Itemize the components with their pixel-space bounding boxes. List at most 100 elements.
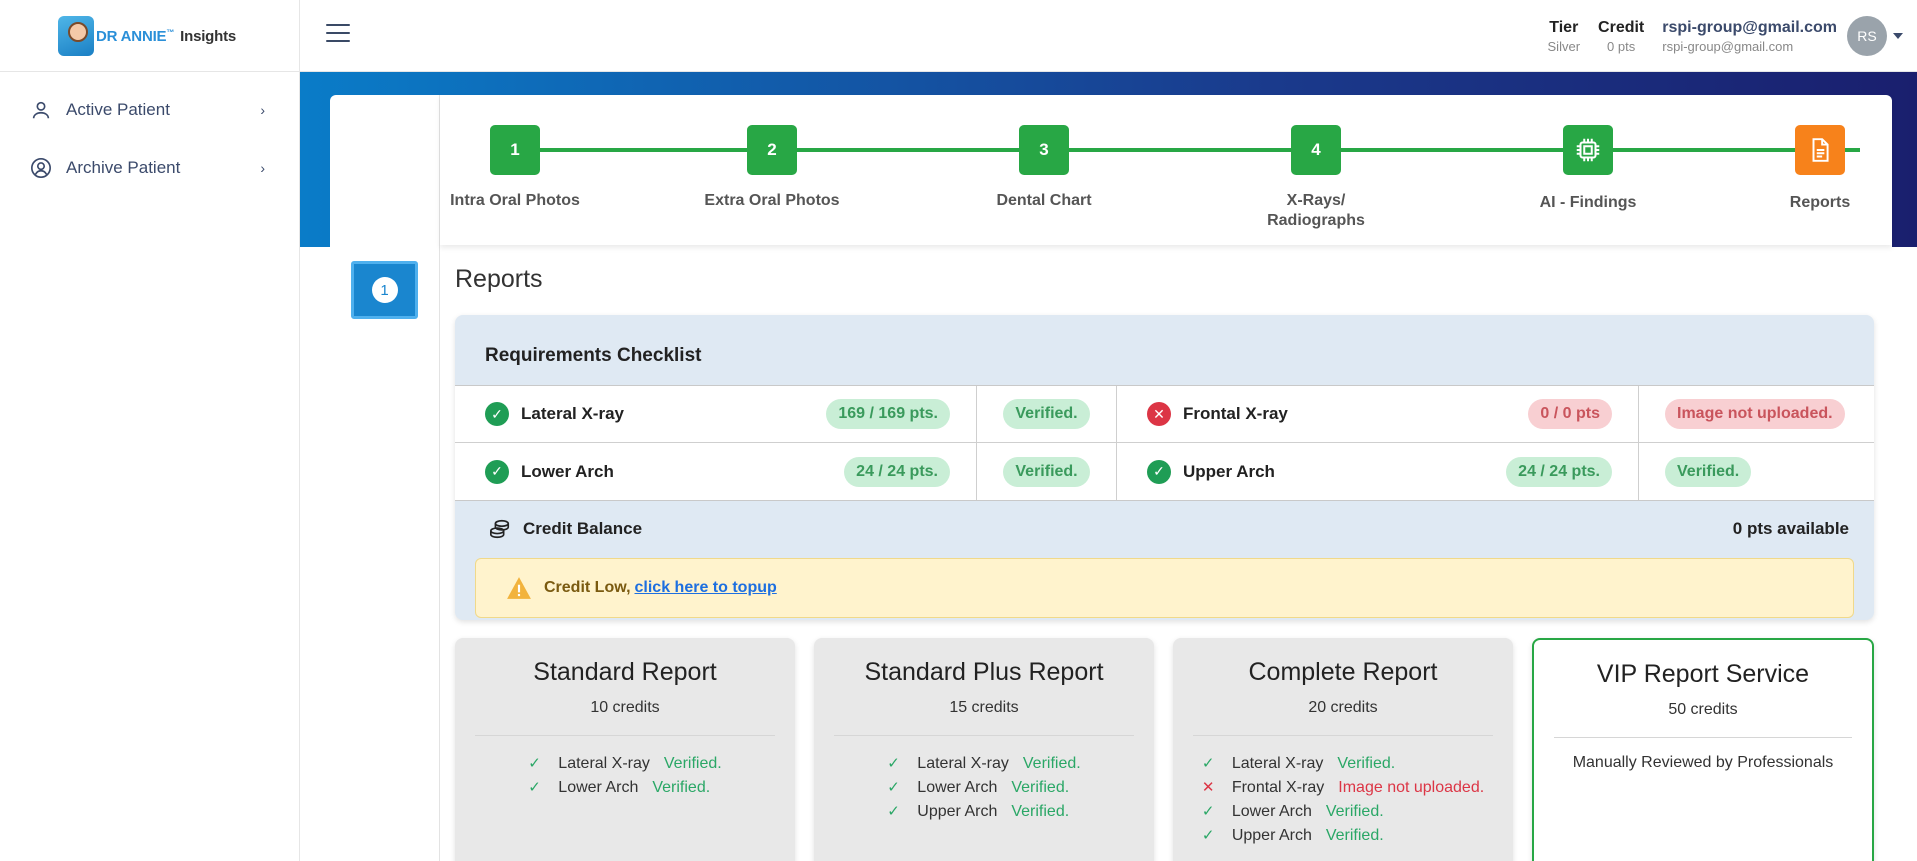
alert-text: Credit Low, [544, 579, 631, 596]
table-row: ✓ Lateral X-ray 169 / 169 pts. Verified.… [455, 386, 1874, 443]
check-icon: ✓ [887, 803, 900, 820]
list-item: ✓ Upper Arch Verified. [1202, 824, 1484, 848]
step-intra-oral[interactable]: 1 Intra Oral Photos [435, 125, 595, 211]
report-card-standard-plus[interactable]: Standard Plus Report 15 credits ✓ Lateral… [814, 638, 1154, 861]
side-step-button[interactable]: 1 [351, 261, 418, 319]
checklist-title: Requirements Checklist [485, 345, 702, 366]
check-icon: ✓ [1201, 827, 1215, 844]
item-name: Upper Arch [917, 803, 998, 820]
user-icon [32, 101, 50, 119]
hamburger-menu-icon[interactable] [326, 24, 350, 44]
requirement-name: Lower Arch [521, 461, 614, 481]
checklist-table: ✓ Lateral X-ray 169 / 169 pts. Verified.… [455, 385, 1874, 501]
requirement-name: Upper Arch [1183, 461, 1275, 481]
report-card-vip[interactable]: VIP Report Service 50 credits Manually R… [1532, 638, 1874, 861]
user-email: rspi-group@gmail.com [1662, 38, 1794, 54]
item-name: Lateral X-ray [1231, 755, 1324, 772]
list-item: ✓ Lateral X-ray Verified. [887, 752, 1080, 776]
step-label: Reports [1789, 194, 1851, 211]
x-circle-icon: ✕ [1147, 402, 1171, 426]
sidebar-item-label: Archive Patient [66, 158, 181, 177]
credit-balance-label: Credit Balance [523, 519, 643, 538]
step-label: Dental Chart [996, 192, 1092, 209]
side-step-number: 1 [371, 277, 398, 303]
item-name: Lower Arch [1231, 803, 1312, 820]
chevron-right-icon: › [260, 102, 265, 118]
report-credits: 15 credits [949, 699, 1019, 716]
item-status: Verified. [1325, 827, 1384, 844]
item-status: Image not uploaded. [1338, 779, 1485, 796]
coins-icon [490, 519, 510, 539]
brand-logo[interactable]: DR ANNIE™ Insights [0, 0, 300, 72]
check-icon: ✓ [1201, 803, 1215, 820]
doctor-avatar-logo-icon [58, 16, 94, 56]
item-status: Verified. [663, 755, 722, 772]
check-icon: ✓ [1201, 755, 1215, 772]
sidebar-item-label: Active Patient [66, 100, 170, 119]
divider [475, 735, 775, 736]
report-title: Complete Report [1248, 658, 1438, 686]
credit-value: 0 pts [1607, 38, 1636, 54]
tier-value: Silver [1547, 38, 1581, 54]
step-reports[interactable]: Reports [1740, 125, 1900, 213]
list-item: ✓ Lateral X-ray Verified. [1202, 752, 1484, 776]
points-badge: 24 / 24 pts. [844, 456, 950, 487]
step-dental-chart[interactable]: 3 Dental Chart [964, 125, 1124, 211]
check-icon: ✓ [887, 779, 900, 796]
step-label: X-Rays/ Radiographs [1267, 192, 1365, 229]
brand-name: DR ANNIE [96, 27, 167, 45]
caret-down-icon[interactable] [1893, 33, 1903, 39]
credit-info: Credit 0 pts [1598, 19, 1644, 54]
status-badge: Verified. [1665, 456, 1752, 487]
list-item: ✓ Lower Arch Verified. [528, 776, 721, 800]
report-card-complete[interactable]: Complete Report 20 credits ✓ Lateral X-ra… [1173, 638, 1513, 861]
x-icon: ✕ [1201, 779, 1215, 796]
warning-icon [507, 577, 531, 599]
status-badge: Image not uploaded. [1665, 399, 1845, 429]
user-info: rspi-group@gmail.com rspi-group@gmail.co… [1662, 19, 1837, 54]
credit-balance-value: 0 pts available [1732, 519, 1849, 538]
report-title: VIP Report Service [1596, 660, 1810, 688]
report-requirements: ✓ Lateral X-ray Verified. ✓ Lower Arch Verif… [528, 752, 721, 800]
sidebar-item-archive-patient[interactable]: Archive Patient › [0, 139, 299, 197]
check-icon: ✓ [528, 779, 541, 796]
report-credits: 50 credits [1668, 701, 1738, 718]
progress-stepper: 1 Intra Oral Photos 2 Extra Oral Photos … [440, 95, 1892, 245]
step-label: Intra Oral Photos [450, 192, 580, 209]
credit-balance-row: Credit Balance 0 pts available [489, 518, 1849, 540]
credit-low-alert: Credit Low, click here to topup [475, 558, 1854, 618]
step-label: Extra Oral Photos [704, 192, 840, 209]
step-extra-oral[interactable]: 2 Extra Oral Photos [692, 125, 852, 211]
left-step-column: 1 [330, 95, 440, 861]
vip-description: Manually Reviewed by Professionals [1572, 754, 1834, 771]
list-item: ✓ Lower Arch Verified. [887, 776, 1080, 800]
list-item: ✓ Upper Arch Verified. [887, 800, 1080, 824]
step-number: 3 [1019, 125, 1069, 175]
brand-tm: ™ [166, 27, 175, 37]
points-badge: 0 / 0 pts [1528, 399, 1612, 429]
item-name: Lower Arch [558, 779, 639, 796]
report-credits: 20 credits [1308, 699, 1378, 716]
table-row: ✓ Lower Arch 24 / 24 pts. Verified. ✓ Up… [455, 443, 1874, 500]
check-circle-icon: ✓ [485, 459, 509, 484]
report-requirements: ✓ Lateral X-ray Verified. ✕ Frontal X-ray Im… [1202, 752, 1484, 848]
divider [1193, 735, 1493, 736]
document-icon [1795, 125, 1845, 175]
item-name: Upper Arch [1231, 827, 1312, 844]
report-card-standard[interactable]: Standard Report 10 credits ✓ Lateral X-ra… [455, 638, 795, 861]
step-number: 2 [747, 125, 797, 175]
sidebar-item-active-patient[interactable]: Active Patient › [0, 81, 299, 139]
step-xrays[interactable]: 4 X-Rays/ Radiographs [1236, 125, 1396, 231]
user-circle-icon [31, 158, 51, 178]
report-credits: 10 credits [590, 699, 660, 716]
status-badge: Verified. [1003, 456, 1090, 487]
topup-link[interactable]: click here to topup [635, 579, 777, 597]
step-ai-findings[interactable]: AI - Findings [1508, 125, 1668, 213]
list-item: ✓ Lower Arch Verified. [1202, 800, 1484, 824]
points-badge: 169 / 169 pts. [826, 399, 950, 429]
item-status: Verified. [652, 779, 711, 796]
report-requirements: ✓ Lateral X-ray Verified. ✓ Lower Arch Verif… [887, 752, 1080, 824]
report-title: Standard Report [533, 658, 717, 686]
top-header: DR ANNIE™ Insights Tier Silver Credit 0 … [0, 0, 1917, 72]
avatar[interactable]: RS [1847, 16, 1887, 56]
